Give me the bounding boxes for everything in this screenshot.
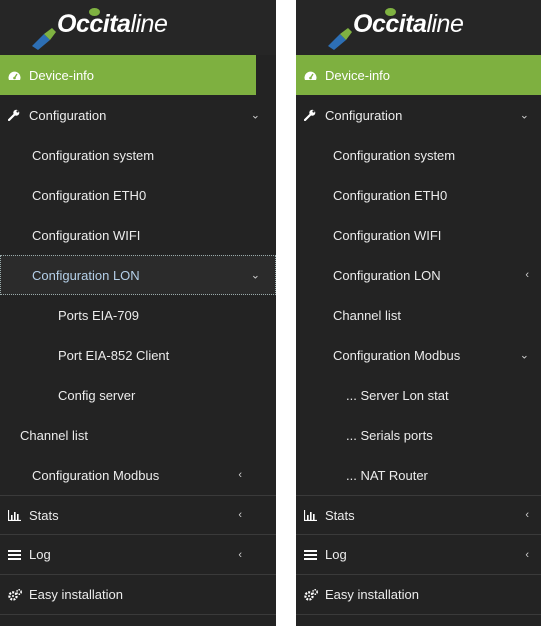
chevron-down-icon: ⌄ xyxy=(250,269,260,282)
chevron-left-icon: ‹ xyxy=(525,269,529,281)
bar-chart-icon xyxy=(304,508,322,522)
chevron-left-icon: ‹ xyxy=(238,509,242,521)
menu-device-info[interactable]: Device-info xyxy=(296,55,541,95)
menu-label: Easy installation xyxy=(325,587,419,602)
menu-label: ... Serials ports xyxy=(346,427,433,443)
list-icon xyxy=(8,548,26,562)
chevron-left-icon: ‹ xyxy=(525,548,529,561)
logo-mark-icon xyxy=(32,28,56,50)
menu-label: Configuration WIFI xyxy=(32,227,141,243)
list-icon xyxy=(304,548,322,562)
chevron-left-icon: ‹ xyxy=(238,469,242,481)
menu-label: Configuration WIFI xyxy=(333,227,442,243)
menu-stats[interactable]: Stats ‹ xyxy=(296,495,541,535)
chevron-down-icon: ⌄ xyxy=(519,349,529,362)
cogs-icon xyxy=(304,588,322,602)
menu-easy-installation[interactable]: Easy installation xyxy=(0,575,276,615)
menu-stats[interactable]: Stats ‹ xyxy=(0,495,276,535)
menu-label: Configuration xyxy=(325,107,403,123)
menu-config-lon[interactable]: Configuration LON ⌄ xyxy=(0,255,276,295)
menu-label: Stats xyxy=(29,507,59,523)
logo-text: Occitaline xyxy=(57,10,168,38)
sidebar-left: Occitaline Device-info Configuration ⌄ C… xyxy=(0,0,276,626)
wrench-icon xyxy=(304,108,322,122)
menu-port-eia852[interactable]: Port EIA-852 Client xyxy=(0,335,276,375)
cogs-icon xyxy=(8,588,26,602)
menu-label: Config server xyxy=(58,387,136,403)
menu-config-eth0[interactable]: Configuration ETH0 xyxy=(296,175,541,215)
menu-label: Log xyxy=(29,547,51,562)
chevron-left-icon: ‹ xyxy=(525,509,529,521)
menu-nat-router[interactable]: ... NAT Router xyxy=(296,455,541,495)
menu-configuration[interactable]: Configuration ⌄ xyxy=(0,95,276,135)
chevron-down-icon: ⌄ xyxy=(250,109,260,122)
menu-configuration[interactable]: Configuration ⌄ xyxy=(296,95,541,135)
menu-channel-list[interactable]: Channel list xyxy=(296,295,541,335)
menu-label: Port EIA-852 Client xyxy=(58,347,170,363)
logo: Occitaline xyxy=(0,0,276,55)
menu-config-wifi[interactable]: Configuration WIFI xyxy=(0,215,276,255)
menu-label: Ports EIA-709 xyxy=(58,307,139,323)
chevron-down-icon: ⌄ xyxy=(519,109,529,122)
menu-config-modbus[interactable]: Configuration Modbus ‹ xyxy=(0,455,276,495)
menu-label: Configuration LON xyxy=(333,267,441,283)
dashboard-icon xyxy=(304,68,322,82)
menu-label: Device-info xyxy=(29,67,95,83)
menu-device-info[interactable]: Device-info xyxy=(0,55,256,95)
menu-label: Stats xyxy=(325,507,355,523)
menu-easy-installation[interactable]: Easy installation xyxy=(296,575,541,615)
menu-label: Channel list xyxy=(333,307,401,323)
wrench-icon xyxy=(8,108,26,122)
menu-label: Log xyxy=(325,547,347,562)
menu-config-system[interactable]: Configuration system xyxy=(0,135,276,175)
bar-chart-icon xyxy=(8,508,26,522)
menu-label: Configuration LON xyxy=(32,267,140,283)
menu-label: ... NAT Router xyxy=(346,467,428,483)
chevron-left-icon: ‹ xyxy=(238,548,242,561)
menu-label: ... Server Lon stat xyxy=(346,387,449,403)
logo: Occitaline xyxy=(296,0,541,55)
menu-label: Configuration system xyxy=(32,147,155,163)
menu-label: Channel list xyxy=(20,427,88,443)
menu-label: Configuration xyxy=(29,107,107,123)
dashboard-icon xyxy=(8,68,26,82)
menu-label: Configuration ETH0 xyxy=(32,187,147,203)
menu-log[interactable]: Log ‹ xyxy=(0,535,276,575)
logo-mark-icon xyxy=(328,28,352,50)
menu-config-system[interactable]: Configuration system xyxy=(296,135,541,175)
menu-config-lon[interactable]: Configuration LON ‹ xyxy=(296,255,541,295)
menu-log[interactable]: Log ‹ xyxy=(296,535,541,575)
menu-config-wifi[interactable]: Configuration WIFI xyxy=(296,215,541,255)
menu-server-lon-stat[interactable]: ... Server Lon stat xyxy=(296,375,541,415)
menu-label: Configuration Modbus xyxy=(32,467,160,483)
menu-config-eth0[interactable]: Configuration ETH0 xyxy=(0,175,276,215)
menu-label: Configuration system xyxy=(333,147,456,163)
sidebar-right: Occitaline Device-info Configuration ⌄ C… xyxy=(296,0,541,626)
menu-label: Easy installation xyxy=(29,587,123,602)
menu-serials-ports[interactable]: ... Serials ports xyxy=(296,415,541,455)
nav-menu: Device-info Configuration ⌄ Configuratio… xyxy=(0,55,276,615)
nav-menu: Device-info Configuration ⌄ Configuratio… xyxy=(296,55,541,615)
menu-label: Configuration ETH0 xyxy=(333,187,448,203)
menu-channel-list[interactable]: Channel list xyxy=(0,415,276,455)
menu-label: Device-info xyxy=(325,67,391,83)
menu-config-server[interactable]: Config server xyxy=(0,375,276,415)
menu-label: Configuration Modbus xyxy=(333,347,461,363)
menu-config-modbus[interactable]: Configuration Modbus ⌄ xyxy=(296,335,541,375)
menu-ports-eia709[interactable]: Ports EIA-709 xyxy=(0,295,276,335)
logo-text: Occitaline xyxy=(353,10,464,38)
